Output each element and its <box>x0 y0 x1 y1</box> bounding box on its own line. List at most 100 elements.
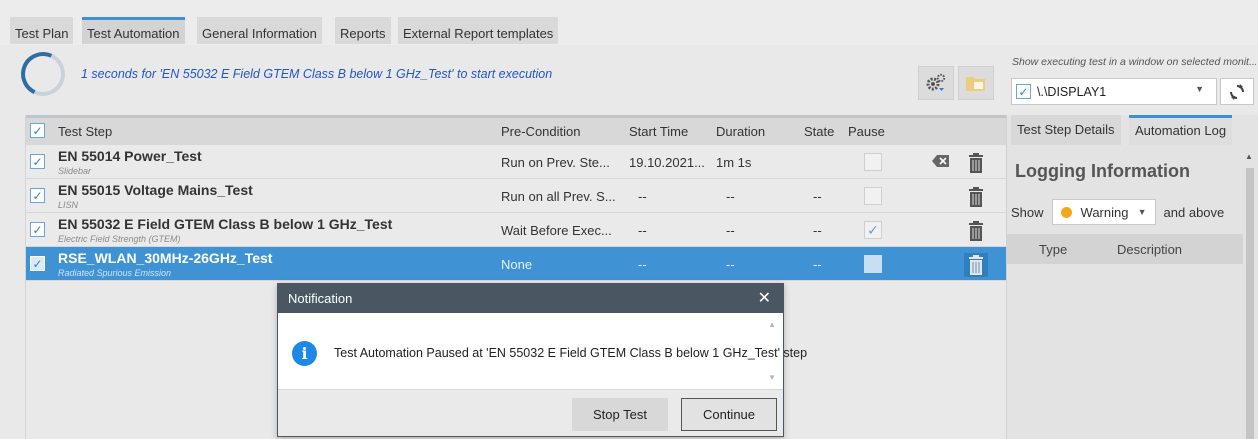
refresh-button[interactable] <box>1220 78 1254 105</box>
header-pre-condition[interactable]: Pre-Condition <box>501 124 581 139</box>
gears-icon <box>926 73 946 91</box>
right-panel: Test Step Details Automation Log Logging… <box>1006 115 1258 439</box>
delete-step-button[interactable] <box>964 185 988 209</box>
header-pause[interactable]: Pause <box>848 124 885 139</box>
header-type[interactable]: Type <box>1039 242 1067 257</box>
pause-checkbox[interactable] <box>864 255 882 273</box>
show-label: Show <box>1011 204 1044 220</box>
table-row[interactable]: ✓ RSE_WLAN_30MHz-26GHz_Test Radiated Spu… <box>26 247 1006 281</box>
dialog-body: i Test Automation Paused at 'EN 55032 E … <box>278 313 807 389</box>
scroll-up-icon[interactable]: ▲ <box>1245 152 1253 161</box>
start-time-cell: -- <box>638 189 647 204</box>
report-folder-button[interactable] <box>958 66 994 100</box>
and-above-label: and above <box>1163 204 1225 220</box>
table-row[interactable]: ✓ EN 55032 E Field GTEM Class B below 1 … <box>26 213 1006 247</box>
state-cell: -- <box>813 223 822 238</box>
tab-test-step-details[interactable]: Test Step Details <box>1011 115 1121 145</box>
display-checkbox[interactable]: ✓ <box>1016 84 1031 99</box>
progress-spinner <box>14 45 72 103</box>
trash-icon <box>969 255 983 275</box>
pre-condition-cell: Run on Prev. Ste... <box>501 155 610 170</box>
test-step-type: Electric Field Strength (GTEM) <box>58 234 181 244</box>
trash-icon <box>969 153 983 173</box>
table-row[interactable]: ✓ EN 55014 Power_Test Slidebar Run on Pr… <box>26 145 1006 179</box>
start-time-cell: -- <box>638 257 647 272</box>
row-checkbox[interactable]: ✓ <box>30 154 45 169</box>
log-level-filter: Show Warning ▼ and above <box>1011 199 1224 225</box>
delete-step-button[interactable] <box>964 219 988 243</box>
pause-checkbox[interactable] <box>864 153 882 171</box>
dialog-footer: Stop Test Continue <box>278 389 783 436</box>
continue-button[interactable]: Continue <box>681 398 777 431</box>
scroll-thumb[interactable] <box>1246 168 1254 439</box>
table-row[interactable]: ✓ EN 55015 Voltage Mains_Test LISN Run o… <box>26 179 1006 213</box>
notification-dialog: Notification ✕ i Test Automation Paused … <box>277 283 807 437</box>
test-step-name: EN 55032 E Field GTEM Class B below 1 GH… <box>58 216 393 232</box>
header-start-time[interactable]: Start Time <box>629 124 688 139</box>
state-cell: -- <box>813 189 822 204</box>
main-tab-bar: Test Plan Test Automation General Inform… <box>0 0 1258 45</box>
refresh-icon <box>1230 83 1244 100</box>
pre-condition-cell: Run on all Prev. S... <box>501 189 616 204</box>
row-checkbox[interactable]: ✓ <box>30 188 45 203</box>
tab-external-report-templates[interactable]: External Report templates <box>398 17 559 44</box>
folder-icon <box>966 77 985 91</box>
pre-condition-cell: None <box>501 257 533 272</box>
settings-gear-button[interactable] <box>918 66 954 100</box>
pause-checkbox[interactable] <box>864 187 882 205</box>
duration-cell: -- <box>726 189 735 204</box>
warning-dot-icon <box>1060 206 1072 218</box>
start-time-cell: 19.10.2021... <box>629 155 705 170</box>
backspace-icon <box>932 155 949 167</box>
header-state[interactable]: State <box>804 124 834 139</box>
log-level-value: Warning <box>1080 204 1129 220</box>
close-icon[interactable]: ✕ <box>758 284 771 313</box>
display-caption: Show executing test in a window on selec… <box>1012 56 1256 68</box>
chevron-down-icon: ▼ <box>1195 84 1204 94</box>
test-step-name: EN 55014 Power_Test <box>58 148 202 164</box>
trash-icon <box>969 187 983 207</box>
info-icon: i <box>292 341 317 366</box>
pre-condition-cell: Wait Before Exec... <box>501 223 612 238</box>
test-step-name: EN 55015 Voltage Mains_Test <box>58 182 253 198</box>
header-description[interactable]: Description <box>1117 242 1182 257</box>
header-duration[interactable]: Duration <box>716 124 765 139</box>
duration-cell: -- <box>726 223 735 238</box>
status-message: 1 seconds for 'EN 55032 E Field GTEM Cla… <box>81 67 553 81</box>
log-table-header: Type Description <box>1007 234 1243 264</box>
dialog-title-bar: Notification ✕ <box>278 284 783 313</box>
table-header: ✓ Test Step Pre-Condition Start Time Dur… <box>26 115 1006 145</box>
test-step-type: LISN <box>58 200 79 210</box>
display-dropdown[interactable]: ✓ \.\DISPLAY1 ▼ <box>1011 78 1217 105</box>
row-checkbox[interactable]: ✓ <box>30 222 45 237</box>
delete-step-button[interactable] <box>964 151 988 175</box>
log-level-dropdown[interactable]: Warning ▼ <box>1051 199 1156 225</box>
scroll-up-icon[interactable]: ▲ <box>768 320 776 329</box>
tab-test-plan[interactable]: Test Plan <box>10 17 74 44</box>
tab-test-automation[interactable]: Test Automation <box>82 17 185 44</box>
display-value: \.\DISPLAY1 <box>1037 84 1107 99</box>
dialog-message: Test Automation Paused at 'EN 55032 E Fi… <box>334 346 808 360</box>
duration-cell: -- <box>726 257 735 272</box>
test-step-type: Slidebar <box>58 166 92 176</box>
tab-general-information[interactable]: General Information <box>197 17 322 44</box>
tab-reports[interactable]: Reports <box>335 17 391 44</box>
header-test-step[interactable]: Test Step <box>58 124 112 139</box>
scroll-down-icon[interactable]: ▼ <box>768 373 776 382</box>
stop-test-button[interactable]: Stop Test <box>572 398 668 431</box>
duration-cell: 1m 1s <box>716 155 752 170</box>
start-time-cell: -- <box>638 223 647 238</box>
trash-icon <box>969 221 983 241</box>
test-step-name: RSE_WLAN_30MHz-26GHz_Test <box>58 250 273 266</box>
row-checkbox[interactable]: ✓ <box>30 256 45 271</box>
select-all-checkbox[interactable]: ✓ <box>30 123 45 138</box>
test-step-type: Radiated Spurious Emission <box>58 268 172 278</box>
delete-step-button[interactable] <box>964 253 988 277</box>
log-scrollbar[interactable]: ▲ <box>1245 152 1255 439</box>
dialog-title: Notification <box>288 291 353 306</box>
state-cell: -- <box>813 257 822 272</box>
tab-automation-log[interactable]: Automation Log <box>1129 115 1233 145</box>
pause-checkbox[interactable]: ✓ <box>864 221 882 239</box>
clear-result-button[interactable] <box>932 154 950 171</box>
chevron-down-icon: ▼ <box>1137 207 1147 217</box>
